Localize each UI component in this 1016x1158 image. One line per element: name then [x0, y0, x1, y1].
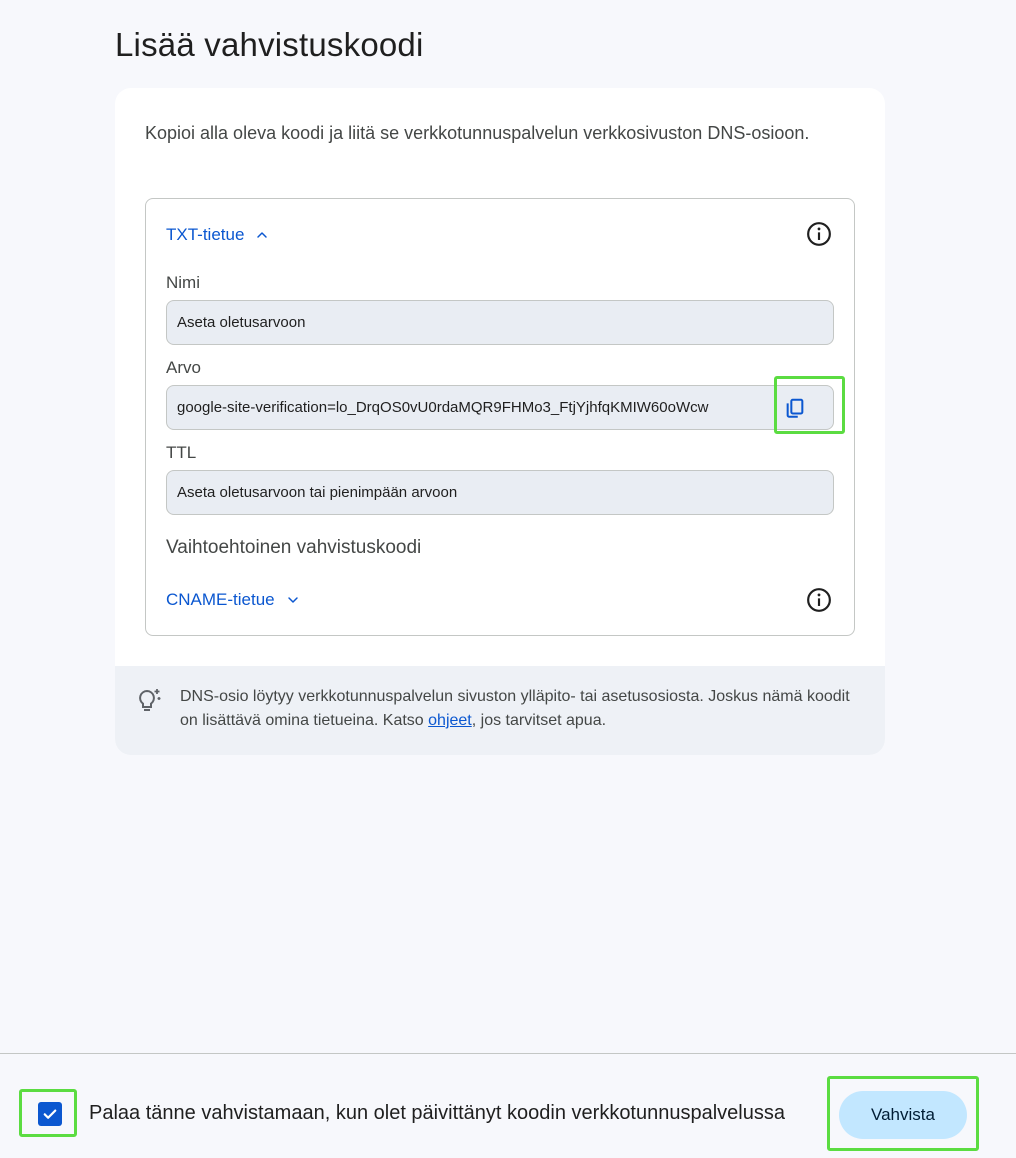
ttl-value: Aseta oletusarvoon tai pienimpään arvoon [177, 484, 458, 501]
txt-record-toggle[interactable]: TXT-tietue [166, 220, 270, 250]
txt-record-label: TXT-tietue [166, 225, 245, 244]
verification-card: Kopioi alla oleva koodi ja liitä se verk… [115, 88, 885, 755]
tip-text-after: , jos tarvitset apua. [471, 712, 607, 729]
value-text: google-site-verification=lo_DrqOS0vU0rda… [177, 399, 709, 416]
value-field[interactable]: google-site-verification=lo_DrqOS0vU0rda… [166, 385, 834, 430]
verify-button[interactable]: Vahvista [839, 1091, 967, 1139]
value-label: Arvo [166, 358, 201, 377]
chevron-down-icon [287, 597, 298, 603]
checkmark-icon [43, 1109, 57, 1119]
txt-info-icon[interactable] [806, 221, 832, 247]
cname-record-toggle[interactable]: CNAME-tietue [166, 585, 301, 615]
record-box: TXT-tietue Nimi Aseta oletusarvoon Arvo … [145, 198, 855, 636]
ttl-label: TTL [166, 443, 197, 462]
lightbulb-icon [139, 689, 161, 711]
help-link[interactable]: ohjeet [428, 712, 472, 729]
chevron-up-icon [257, 232, 268, 238]
verify-highlight: Vahvista [827, 1076, 979, 1151]
tip-panel: DNS-osio löytyy verkkotunnuspalvelun siv… [115, 666, 885, 755]
name-field[interactable]: Aseta oletusarvoon [166, 300, 834, 345]
name-label: Nimi [166, 273, 200, 292]
page: Lisää vahvistuskoodi Kopioi alla oleva k… [0, 0, 1016, 1158]
return-checkbox[interactable] [38, 1102, 62, 1126]
ttl-field[interactable]: Aseta oletusarvoon tai pienimpään arvoon [166, 470, 834, 515]
cname-info-icon[interactable] [806, 587, 832, 613]
return-checkbox-label: Palaa tänne vahvistamaan, kun olet päivi… [89, 1102, 785, 1124]
name-value: Aseta oletusarvoon [177, 314, 306, 331]
footer-divider [0, 1053, 1016, 1054]
intro-text: Kopioi alla oleva koodi ja liitä se verk… [145, 123, 810, 143]
tip-text: DNS-osio löytyy verkkotunnuspalvelun siv… [180, 685, 860, 733]
page-title: Lisää vahvistuskoodi [115, 26, 424, 63]
checkbox-highlight [19, 1089, 77, 1137]
copy-highlight [774, 376, 845, 434]
alternative-label: Vaihtoehtoinen vahvistuskoodi [166, 537, 422, 558]
cname-record-label: CNAME-tietue [166, 590, 275, 609]
